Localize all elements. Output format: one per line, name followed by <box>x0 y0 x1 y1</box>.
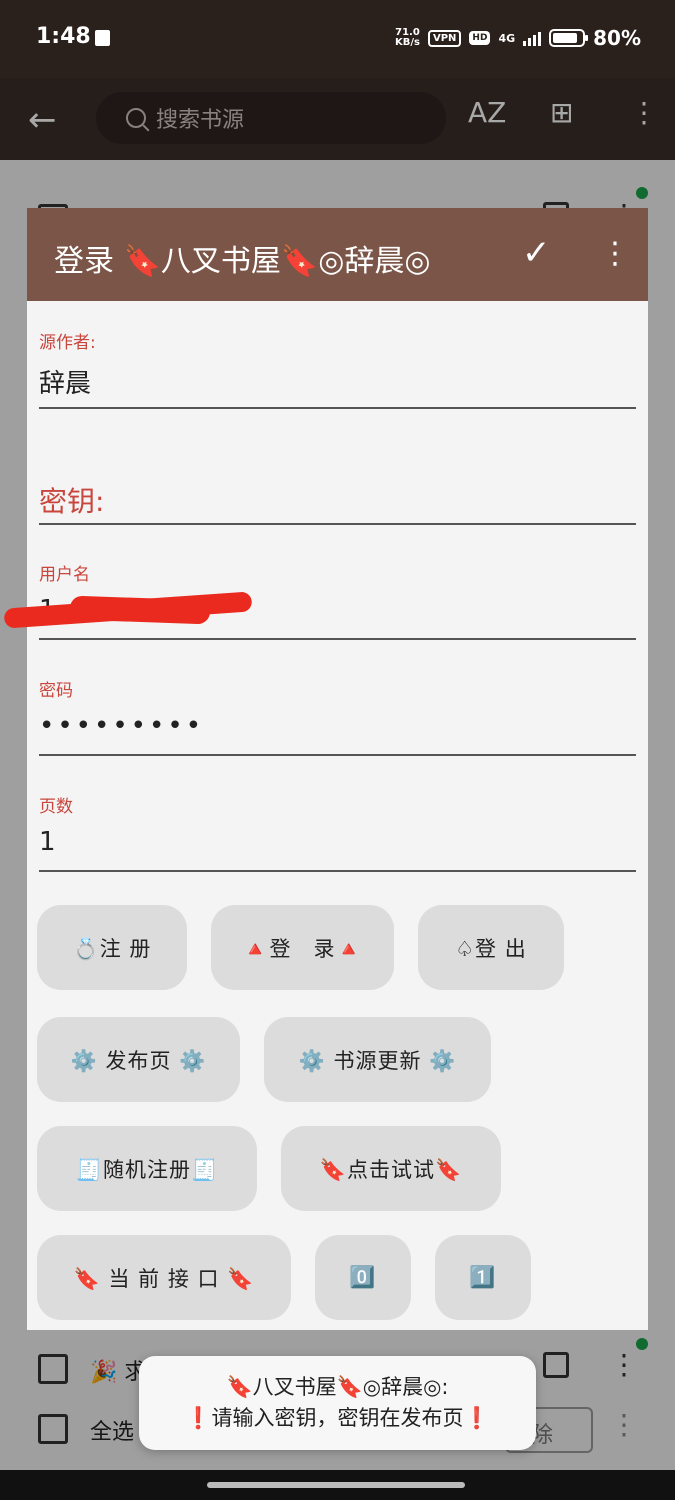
pages-value[interactable]: 1 <box>39 827 636 861</box>
author-label: 源作者: <box>39 333 96 353</box>
pages-label: 页数 <box>39 797 73 817</box>
key-field[interactable]: 密钥: <box>39 480 636 526</box>
try-click-button[interactable]: 🔖点击试试🔖 <box>281 1126 501 1211</box>
status-bar: 1:48 71.0 KB/s VPN HD 4G 80% <box>0 0 675 78</box>
toast-message: 🔖八叉书屋🔖◎辞晨◎: ❗请输入密钥，密钥在发布页❗ <box>139 1356 536 1450</box>
dialog-more-icon[interactable]: ⋮ <box>600 236 630 271</box>
network-speed: 71.0 KB/s <box>395 27 420 48</box>
notification-icon <box>95 30 110 46</box>
divider <box>39 407 636 409</box>
password-field[interactable]: 密码 ••••••••• <box>39 676 636 758</box>
key-input-underline <box>39 523 636 525</box>
zero-button[interactable]: 0️⃣ <box>315 1235 411 1320</box>
password-label: 密码 <box>39 681 73 701</box>
random-register-button[interactable]: 🧾随机注册🧾 <box>37 1126 257 1211</box>
divider <box>39 754 636 756</box>
clock: 1:48 <box>36 24 91 49</box>
battery-icon <box>549 29 589 47</box>
pages-field[interactable]: 页数 1 <box>39 792 636 874</box>
toast-line-1: 🔖八叉书屋🔖◎辞晨◎: <box>226 1375 449 1399</box>
toast-line-2: ❗请输入密钥，密钥在发布页❗ <box>185 1406 490 1430</box>
signal-icon <box>523 30 542 46</box>
network-type: 4G <box>498 31 516 45</box>
key-label: 密钥: <box>39 485 105 518</box>
publish-page-button[interactable]: ⚙️ 发布页 ⚙️ <box>37 1017 240 1102</box>
home-handle[interactable] <box>207 1482 465 1488</box>
battery-percent: 80% <box>593 26 641 50</box>
gesture-nav-bar <box>0 1470 675 1500</box>
one-button[interactable]: 1️⃣ <box>435 1235 531 1320</box>
author-value: 辞晨 <box>39 369 92 399</box>
hd-icon: HD <box>469 31 491 45</box>
dialog-header: 登录 🔖八叉书屋🔖◎辞晨◎ ✓ ⋮ <box>27 208 648 301</box>
current-api-button[interactable]: 🔖 当 前 接 口 🔖 <box>37 1235 291 1320</box>
logout-button[interactable]: ♤登 出 <box>418 905 564 990</box>
divider <box>39 870 636 872</box>
username-label: 用户名 <box>39 565 90 585</box>
vpn-icon: VPN <box>427 29 462 47</box>
source-update-button[interactable]: ⚙️ 书源更新 ⚙️ <box>264 1017 491 1102</box>
status-icons: 71.0 KB/s VPN HD 4G 80% <box>395 26 641 50</box>
author-field: 源作者: 辞晨 <box>39 328 636 410</box>
login-button[interactable]: 🔺登 录🔺 <box>211 905 394 990</box>
register-button[interactable]: 💍注 册 <box>37 905 187 990</box>
divider <box>39 638 636 640</box>
redaction-mark <box>69 595 211 625</box>
dialog-title: 登录 🔖八叉书屋🔖◎辞晨◎ <box>54 244 431 279</box>
confirm-check-icon[interactable]: ✓ <box>522 233 551 273</box>
password-value[interactable]: ••••••••• <box>39 711 636 745</box>
login-dialog: 登录 🔖八叉书屋🔖◎辞晨◎ ✓ ⋮ 源作者: 辞晨 密钥: 用户名 1 密码 •… <box>27 208 648 1330</box>
